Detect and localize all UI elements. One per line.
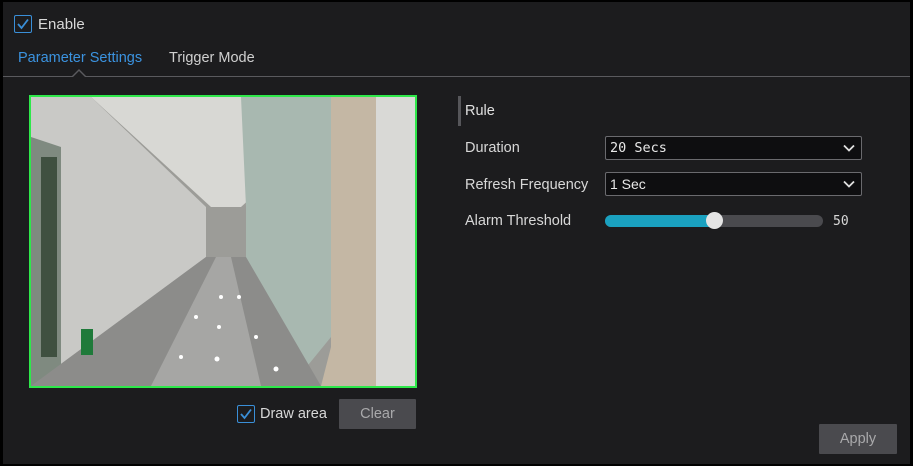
refresh-frequency-value: 1 Sec — [610, 176, 646, 192]
refresh-frequency-label: Refresh Frequency — [465, 177, 589, 193]
alarm-threshold-value: 50 — [833, 214, 849, 229]
refresh-frequency-select[interactable]: 1 Sec — [605, 172, 862, 196]
tab-parameter-settings[interactable]: Parameter Settings — [18, 50, 142, 66]
corridor-image — [31, 97, 415, 386]
panel: Enable Parameter Settings Trigger Mode D… — [3, 2, 910, 464]
video-preview[interactable] — [29, 95, 417, 388]
duration-select[interactable]: 20 Secs — [605, 136, 862, 160]
draw-area-checkbox[interactable] — [237, 405, 255, 423]
chevron-down-icon — [843, 144, 855, 152]
rule-section-marker — [458, 96, 461, 126]
enable-checkbox[interactable] — [14, 15, 32, 33]
checkmark-icon — [17, 18, 29, 30]
tab-bar: Parameter Settings Trigger Mode — [3, 42, 910, 78]
tab-divider — [3, 76, 910, 77]
active-tab-indicator-inner — [72, 71, 86, 78]
clear-button[interactable]: Clear — [339, 399, 416, 429]
duration-label: Duration — [465, 140, 520, 156]
chevron-down-icon — [843, 180, 855, 188]
duration-value: 20 Secs — [610, 140, 667, 156]
alarm-threshold-label: Alarm Threshold — [465, 213, 572, 229]
slider-fill — [605, 215, 714, 227]
apply-button[interactable]: Apply — [819, 424, 897, 454]
checkmark-icon — [240, 408, 252, 420]
slider-handle[interactable] — [705, 212, 723, 229]
draw-area-label: Draw area — [260, 406, 327, 422]
rule-title: Rule — [465, 103, 495, 119]
tab-trigger-mode[interactable]: Trigger Mode — [169, 50, 255, 66]
enable-label: Enable — [38, 16, 85, 33]
